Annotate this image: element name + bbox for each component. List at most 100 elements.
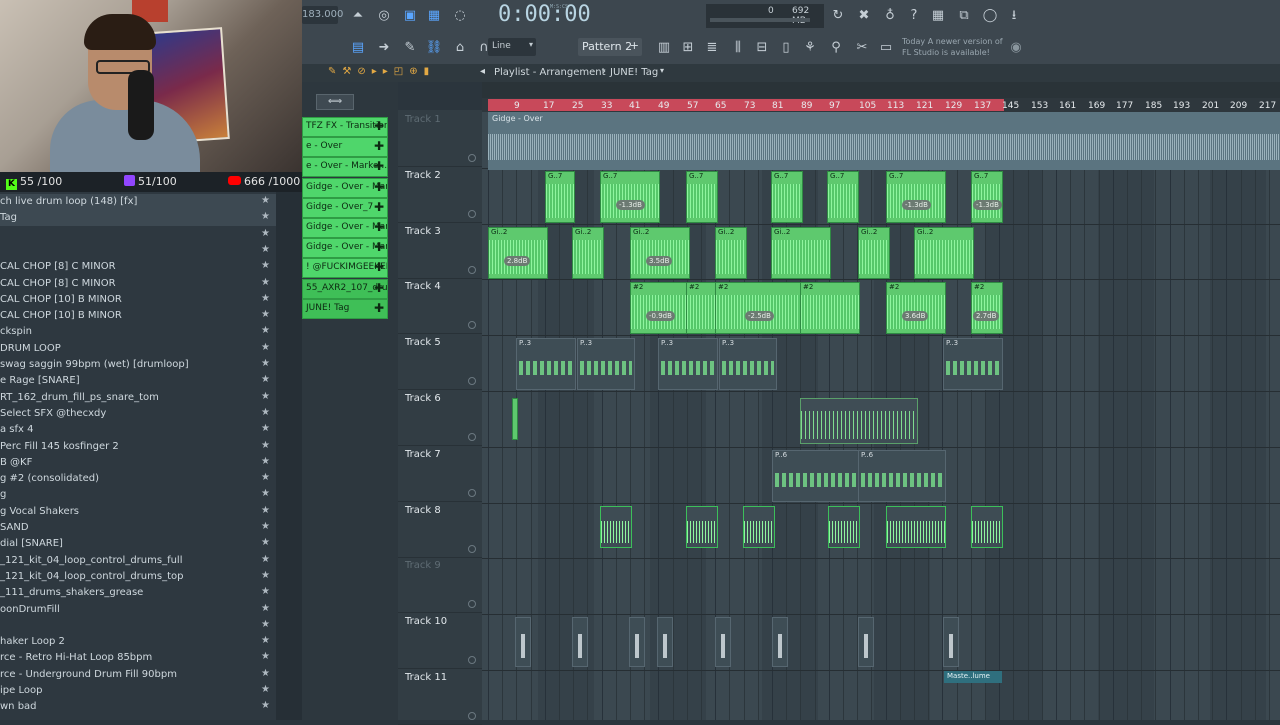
audio-clip[interactable]: G..7 (545, 170, 575, 223)
track-mute-dot[interactable] (468, 600, 476, 609)
undo-history-icon[interactable]: ✖ (854, 6, 874, 26)
loop-record-icon[interactable]: ◌ (450, 6, 470, 26)
snap-select[interactable]: Line ▾ (488, 38, 536, 56)
link-icon[interactable]: ⛓ (424, 38, 444, 58)
picker-item[interactable]: 55_AXR2_107_drums...✚ (302, 278, 388, 299)
browser-item[interactable]: ch live drum loop (148) [fx] ★ (0, 194, 276, 210)
browser-item[interactable]: rce - Underground Drum Fill 90bpm ★ (0, 667, 276, 683)
audio-clip[interactable]: G..7 (827, 170, 859, 223)
render-icon[interactable]: ⧉ (954, 6, 974, 26)
picker-item[interactable]: Gidge - Over - Marke...✚ (302, 238, 388, 259)
browser-item[interactable]: rce - Retro Hi-Hat Loop 85bpm ★ (0, 650, 276, 666)
audio-clip[interactable] (828, 505, 860, 548)
audio-clip[interactable]: Gi..2 (572, 226, 604, 279)
plugin-icon[interactable]: ⚘ (800, 38, 820, 58)
tempo-tap-icon[interactable]: ⚲ (826, 38, 846, 58)
star-icon[interactable]: ★ (261, 293, 270, 304)
playlist-icon[interactable]: ▥ (654, 38, 674, 58)
audio-clip[interactable]: Gi..2 (914, 226, 974, 279)
audio-clip[interactable]: G..7 -1.3dB (886, 170, 946, 223)
track-mute-dot[interactable] (468, 433, 476, 441)
browser-icon[interactable]: ▯ (776, 38, 796, 58)
audio-clip[interactable] (572, 617, 588, 668)
track-header[interactable]: Track 6 (398, 389, 482, 446)
step-seq-icon[interactable]: ⊞ (678, 38, 698, 58)
browser-item[interactable]: Perc Fill 145 kosfinger 2 ★ (0, 439, 276, 455)
add-icon[interactable]: ✚ (374, 281, 384, 295)
arrow-right-icon[interactable]: ➜ (374, 38, 394, 58)
track-mute-dot[interactable] (468, 265, 476, 274)
audio-clip[interactable]: Gi..2 (771, 226, 831, 279)
midi-icon[interactable]: ✂ (852, 38, 872, 58)
star-icon[interactable]: ★ (261, 244, 270, 255)
browser-item[interactable]: _111_drums_shakers_grease ★ (0, 585, 276, 601)
add-icon[interactable]: ✚ (374, 240, 384, 254)
pattern-clip[interactable]: P..3 (516, 338, 576, 391)
add-icon[interactable]: ✚ (374, 159, 384, 173)
audio-clip[interactable] (515, 617, 531, 668)
pattern-clip[interactable]: P..3 (658, 338, 718, 391)
chat-icon[interactable]: ◯ (980, 6, 1000, 26)
audio-clip[interactable] (743, 505, 775, 548)
tempo-display[interactable]: 183.000 (302, 6, 343, 24)
browser-item[interactable]: B @KF ★ (0, 455, 276, 471)
browser-item[interactable]: DRUM LOOP ★ (0, 341, 276, 357)
picker-item[interactable]: ! @FUCKIMGEEKED -...✚ (302, 258, 388, 279)
audio-clip[interactable] (772, 617, 788, 668)
pattern-clip[interactable]: P..3 (577, 338, 635, 391)
browser-item[interactable]: CAL CHOP [8] C MINOR ★ (0, 276, 276, 292)
star-icon[interactable]: ★ (261, 228, 270, 239)
audio-clip[interactable] (657, 617, 673, 668)
browser-item[interactable]: e Rage [SNARE] ★ (0, 373, 276, 389)
audio-clip[interactable]: G..7 (771, 170, 803, 223)
browser-item[interactable]: RT_162_drum_fill_ps_snare_tom ★ (0, 390, 276, 406)
browser-scroll-gutter[interactable] (276, 192, 302, 720)
stamp-icon[interactable]: ⌂ (450, 38, 470, 58)
audio-clip[interactable]: G..7 -1.3dB (600, 170, 660, 223)
chevron-down-icon[interactable]: ▾ (660, 66, 664, 75)
plugin-picker-icon[interactable]: ⊟ (752, 38, 772, 58)
star-icon[interactable]: ★ (261, 277, 270, 288)
star-icon[interactable]: ★ (261, 554, 270, 565)
star-icon[interactable]: ★ (261, 651, 270, 662)
pattern-clip[interactable]: P..6 (772, 449, 860, 502)
audio-clip[interactable]: #2 (800, 282, 860, 335)
cpu-refresh-icon[interactable]: ↻ (828, 6, 848, 26)
picker-item[interactable]: e - Over ✚ (302, 137, 388, 158)
audio-clip[interactable] (600, 505, 632, 548)
track-mute-dot[interactable] (468, 321, 476, 330)
track-header[interactable]: Track 11 (398, 668, 482, 725)
add-icon[interactable]: ✚ (374, 220, 384, 234)
star-icon[interactable]: ★ (261, 619, 270, 630)
cart-icon[interactable]: ▭ (876, 38, 896, 58)
audio-clip[interactable] (715, 617, 731, 668)
audio-clip[interactable]: Gi..2 (858, 226, 890, 279)
star-icon[interactable]: ★ (261, 570, 270, 581)
track-header[interactable]: Track 2 (398, 166, 482, 223)
star-icon[interactable]: ★ (261, 358, 270, 369)
audio-clip[interactable] (686, 505, 718, 548)
browser-item[interactable]: CAL CHOP [10] B MINOR ★ (0, 292, 276, 308)
automation-clip[interactable]: Maste..lume (944, 671, 1002, 683)
metronome-icon[interactable]: ⏶ (348, 6, 368, 26)
browser-item[interactable]: wn bad ★ (0, 699, 276, 715)
track-header[interactable]: Track 9 (398, 556, 482, 614)
overview-audio-clip[interactable]: Gidge - Over (488, 112, 1280, 170)
star-icon[interactable]: ★ (261, 521, 270, 532)
track-mute-dot[interactable] (468, 488, 476, 497)
star-icon[interactable]: ★ (261, 342, 270, 353)
audio-clip[interactable] (971, 505, 1003, 548)
browser-item[interactable]: oonDrumFill ★ (0, 602, 276, 618)
audio-clip[interactable] (512, 398, 518, 440)
star-icon[interactable]: ★ (261, 309, 270, 320)
audio-clip[interactable] (858, 617, 874, 668)
star-icon[interactable]: ★ (261, 505, 270, 516)
step-edit-icon[interactable]: ▦ (424, 6, 444, 26)
browser-item[interactable]: _121_kit_04_loop_control_drums_full ★ (0, 553, 276, 569)
track-header[interactable]: Track 4 (398, 277, 482, 335)
audio-clip[interactable]: Gi..2 2.8dB (488, 226, 548, 279)
add-icon[interactable]: ✚ (374, 119, 384, 133)
picker-item[interactable]: TFZ FX - Transition ✚ (302, 117, 388, 137)
track-mute-dot[interactable] (468, 712, 476, 720)
browser-item[interactable]: Tag ★ (0, 210, 276, 227)
